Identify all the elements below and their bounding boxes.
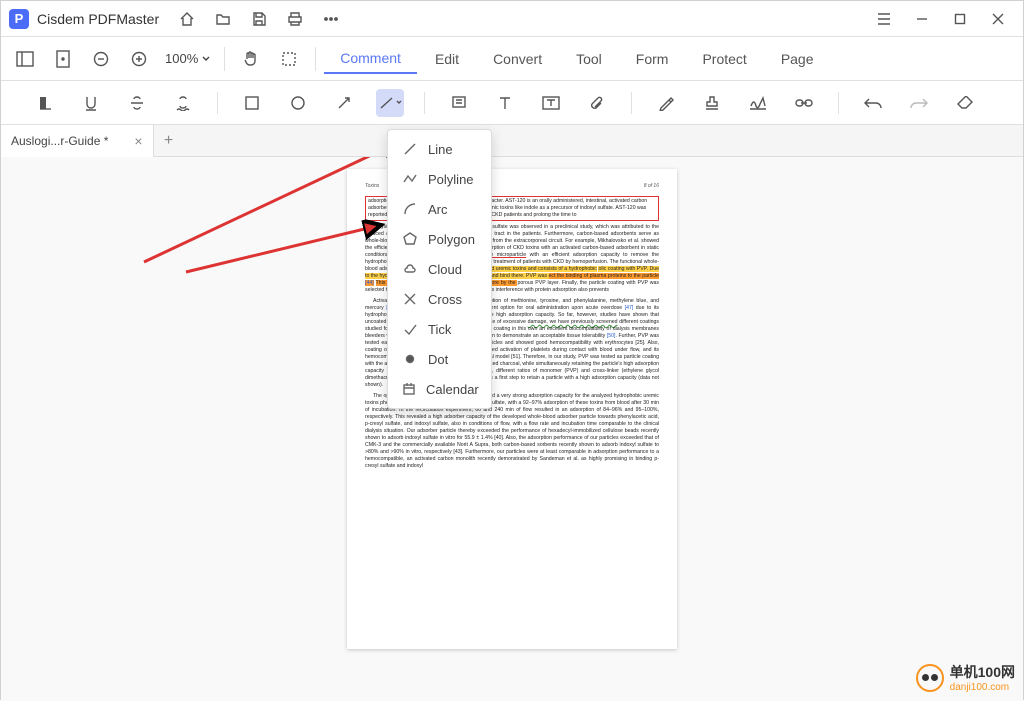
maximize-button[interactable] [943, 5, 977, 33]
thumbnail-icon[interactable] [45, 43, 81, 75]
highlight-tool-icon[interactable] [31, 89, 59, 117]
dropdown-item-tick[interactable]: Tick [388, 314, 491, 344]
undo-icon[interactable] [859, 89, 887, 117]
note-tool-icon[interactable] [445, 89, 473, 117]
tab-form[interactable]: Form [620, 45, 685, 73]
hand-tool-icon[interactable] [233, 43, 269, 75]
tab-comment[interactable]: Comment [324, 44, 417, 74]
app-title: Cisdem PDFMaster [37, 11, 159, 27]
watermark-url: danji100.com [950, 682, 1015, 693]
more-icon[interactable] [315, 5, 347, 33]
minimize-button[interactable] [905, 5, 939, 33]
title-bar: P Cisdem PDFMaster [1, 1, 1023, 37]
close-tab-icon[interactable]: × [134, 133, 142, 149]
tick-icon [402, 321, 418, 337]
main-toolbar: 100% Comment Edit Convert Tool Form Prot… [1, 37, 1023, 81]
watermark: 单机100网 danji100.com [916, 662, 1015, 693]
sidebar-toggle-icon[interactable] [7, 43, 43, 75]
zoom-out-icon[interactable] [83, 43, 119, 75]
dropdown-item-polyline[interactable]: Polyline [388, 164, 491, 194]
attachment-tool-icon[interactable] [583, 89, 611, 117]
dropdown-item-cloud[interactable]: Cloud [388, 254, 491, 284]
squiggly-tool-icon[interactable] [169, 89, 197, 117]
dropdown-item-calendar[interactable]: Calendar [388, 374, 491, 404]
select-tool-icon[interactable] [271, 43, 307, 75]
dropdown-item-cross[interactable]: Cross [388, 284, 491, 314]
dropdown-item-arc[interactable]: Arc [388, 194, 491, 224]
redo-icon[interactable] [905, 89, 933, 117]
new-tab-button[interactable]: + [154, 132, 184, 150]
close-button[interactable] [981, 5, 1015, 33]
arrow-tool-icon[interactable] [330, 89, 358, 117]
link-tool-icon[interactable] [790, 89, 818, 117]
document-tab-label: Auslogi...r-Guide * [11, 134, 108, 148]
comment-toolbar [1, 81, 1023, 125]
stamp-tool-icon[interactable] [698, 89, 726, 117]
tab-protect[interactable]: Protect [686, 45, 762, 73]
open-icon[interactable] [207, 5, 239, 33]
print-icon[interactable] [279, 5, 311, 33]
zoom-in-icon[interactable] [121, 43, 157, 75]
shape-dropdown: Line Polyline Arc Polygon Cloud Cross Ti… [387, 129, 492, 409]
signature-tool-icon[interactable] [744, 89, 772, 117]
watermark-text: 单机100网 [950, 662, 1015, 682]
polyline-icon [402, 171, 418, 187]
document-tab[interactable]: Auslogi...r-Guide * × [1, 125, 154, 157]
rectangle-tool-icon[interactable] [238, 89, 266, 117]
cloud-icon [402, 261, 418, 277]
underline-tool-icon[interactable] [77, 89, 105, 117]
text-tool-icon[interactable] [491, 89, 519, 117]
pencil-tool-icon[interactable] [652, 89, 680, 117]
circle-tool-icon[interactable] [284, 89, 312, 117]
line-icon [402, 141, 418, 157]
watermark-logo [916, 664, 944, 692]
app-logo: P [9, 9, 29, 29]
textbox-tool-icon[interactable] [537, 89, 565, 117]
tab-convert[interactable]: Convert [477, 45, 558, 73]
arc-icon [402, 201, 418, 217]
zoom-level[interactable]: 100% [159, 51, 216, 66]
calendar-icon [402, 381, 416, 397]
page-number: 8 of 16 [644, 183, 659, 190]
home-icon[interactable] [171, 5, 203, 33]
polygon-icon [402, 231, 418, 247]
dropdown-item-line[interactable]: Line [388, 134, 491, 164]
journal-name: Toxins [365, 183, 379, 190]
tab-page[interactable]: Page [765, 45, 830, 73]
document-tab-strip: Auslogi...r-Guide * × + [1, 125, 1023, 157]
eraser-icon[interactable] [951, 89, 979, 117]
workspace: Toxins 8 of 16 adsorption capacity for t… [1, 157, 1023, 701]
dropdown-item-polygon[interactable]: Polygon [388, 224, 491, 254]
line-tool-icon[interactable] [376, 89, 404, 117]
dot-icon [402, 351, 418, 367]
hamburger-icon[interactable] [867, 5, 901, 33]
tab-tool[interactable]: Tool [560, 45, 618, 73]
tab-edit[interactable]: Edit [419, 45, 475, 73]
save-icon[interactable] [243, 5, 275, 33]
dropdown-item-dot[interactable]: Dot [388, 344, 491, 374]
strikethrough-tool-icon[interactable] [123, 89, 151, 117]
cross-icon [402, 291, 418, 307]
